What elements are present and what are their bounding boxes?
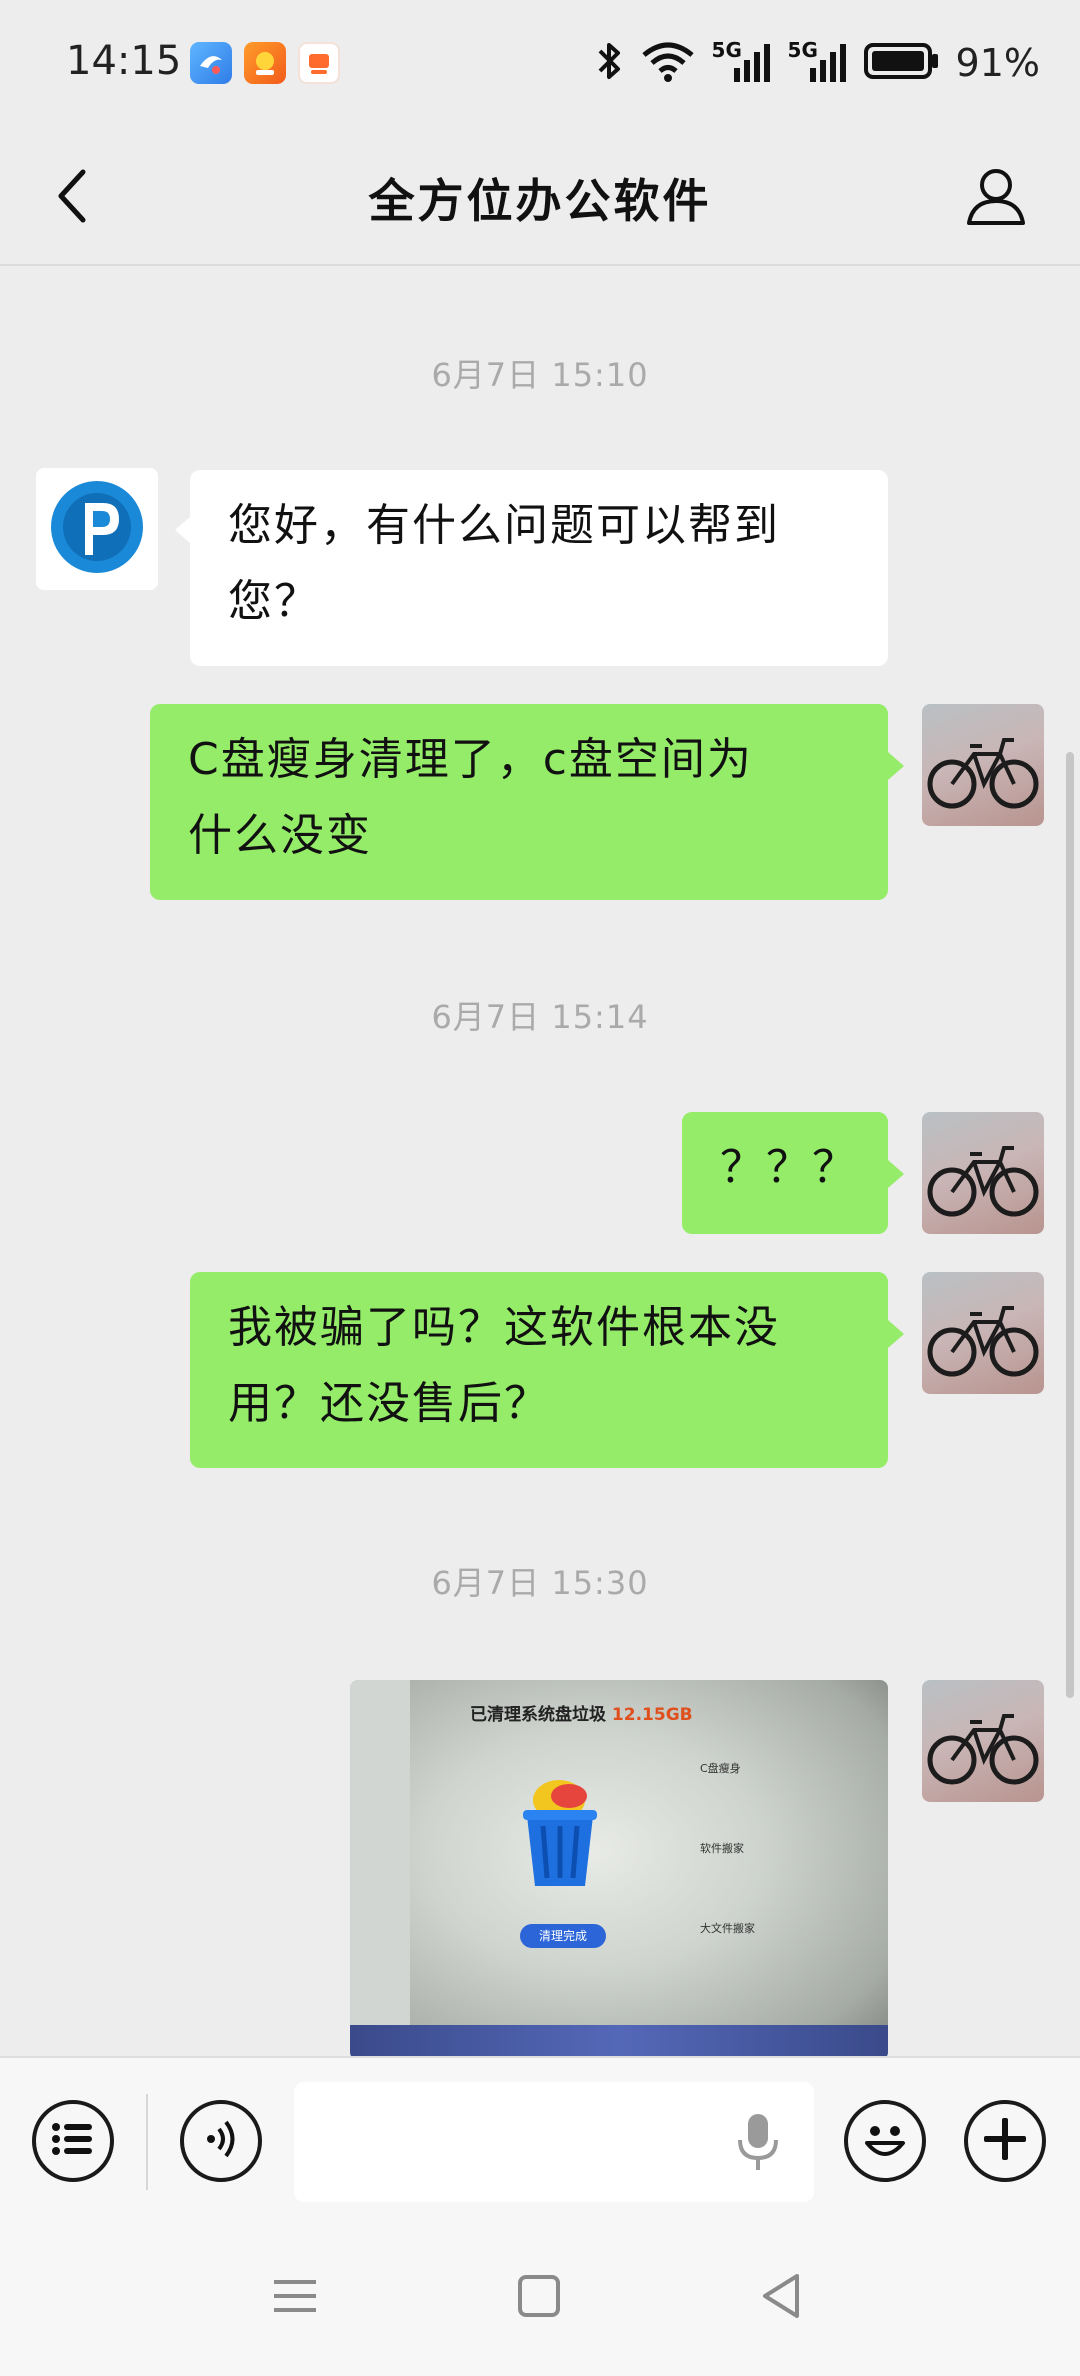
message-text-line: C盘瘦身清理了，c盘空间为 [188, 734, 753, 785]
app-icon-3 [298, 42, 340, 84]
battery-percent: 91% [955, 41, 1040, 85]
bicycle-photo-icon [927, 738, 1039, 809]
message-text-line: ？？？ [720, 1142, 858, 1193]
status-right-group: 5G 5G 91% [594, 36, 1040, 90]
wifi-icon [640, 39, 696, 87]
voice-toggle-icon [201, 2117, 241, 2165]
app-icon-2 [244, 42, 286, 84]
user-avatar[interactable] [922, 1112, 1044, 1234]
message-text-line: 我被骗了吗？这软件根本没 [228, 1302, 780, 1353]
5g-signal-icon: 5G [712, 38, 772, 88]
outgoing-message-bubble[interactable]: 我被骗了吗？这软件根本没 用？还没售后？ [190, 1272, 888, 1468]
input-divider [146, 2094, 148, 2190]
recent-apps-button[interactable] [260, 2268, 330, 2328]
user-avatar[interactable] [922, 1680, 1044, 1802]
bicycle-photo-icon [927, 1146, 1039, 1217]
microphone-icon [730, 2114, 786, 2178]
brand-p-logo-icon [47, 477, 147, 581]
menu-button[interactable] [32, 2100, 114, 2182]
message-text-line: 您好，有什么问题可以帮到 [228, 500, 780, 551]
person-icon [963, 163, 1029, 233]
status-time: 14:15 [66, 38, 182, 84]
bubble-tail [175, 516, 191, 544]
home-nav-icon [517, 2274, 561, 2322]
bluetooth-icon [594, 39, 624, 87]
bubble-tail [888, 752, 904, 780]
photo-headline: 已清理系统盘垃圾 12.15GB [470, 1705, 693, 1725]
chat-header: 全方位办公软件 [0, 130, 1080, 266]
photo-section-label: C盘瘦身 [700, 1762, 741, 1775]
chat-scrollbar[interactable] [1066, 752, 1074, 1698]
plus-icon [980, 2114, 1030, 2168]
outgoing-message-bubble[interactable]: C盘瘦身清理了，c盘空间为 什么没变 [150, 704, 888, 900]
photo-taskbar [350, 2025, 888, 2060]
image-message[interactable]: 已清理系统盘垃圾 12.15GB 清理完成 C盘瘦身 软件搬家 大文件搬家 [350, 1680, 888, 2060]
message-timestamp: 6月7日 15:14 [431, 998, 649, 1036]
list-menu-icon [50, 2119, 96, 2163]
app-icon-1 [190, 42, 232, 84]
plus-button[interactable] [964, 2100, 1046, 2182]
message-text-line: 您？ [228, 576, 320, 627]
bicycle-photo-icon [927, 1714, 1039, 1785]
system-nav-bar [0, 2222, 1080, 2376]
photo-sidebar [350, 1680, 410, 2060]
incoming-message-bubble[interactable]: 您好，有什么问题可以帮到 您？ [190, 470, 888, 666]
emoji-button[interactable] [844, 2100, 926, 2182]
microphone-button[interactable] [730, 2110, 786, 2174]
cleanup-done-button: 清理完成 [520, 1924, 606, 1948]
user-avatar[interactable] [922, 704, 1044, 826]
bubble-tail [888, 1160, 904, 1188]
5g-signal-icon: 5G [788, 38, 848, 88]
photo-section-label: 大文件搬家 [700, 1922, 755, 1935]
message-text-line: 用？还没售后？ [228, 1378, 550, 1429]
bicycle-photo-icon [927, 1306, 1039, 1377]
emoji-icon [855, 2109, 915, 2173]
voice-toggle-button[interactable] [180, 2100, 262, 2182]
status-bar: 14:15 5G 5G 91% [0, 0, 1080, 130]
profile-button[interactable] [956, 158, 1036, 238]
contact-avatar[interactable] [36, 468, 158, 590]
input-bar [0, 2056, 1080, 2222]
outgoing-message-bubble[interactable]: ？？？ [682, 1112, 888, 1234]
battery-icon [863, 41, 940, 85]
system-back-button[interactable] [746, 2268, 816, 2328]
page-title: 全方位办公软件 [368, 174, 712, 228]
bubble-tail [888, 1320, 904, 1348]
user-avatar[interactable] [922, 1272, 1044, 1394]
home-button[interactable] [504, 2268, 574, 2328]
menu-nav-icon [272, 2274, 318, 2322]
photo-section-label: 软件搬家 [700, 1842, 744, 1855]
message-timestamp: 6月7日 15:30 [431, 1564, 649, 1602]
message-text-line: 什么没变 [188, 810, 372, 861]
trash-bin-icon [523, 1780, 597, 1886]
message-timestamp: 6月7日 15:10 [431, 356, 649, 394]
back-nav-icon [759, 2272, 803, 2324]
